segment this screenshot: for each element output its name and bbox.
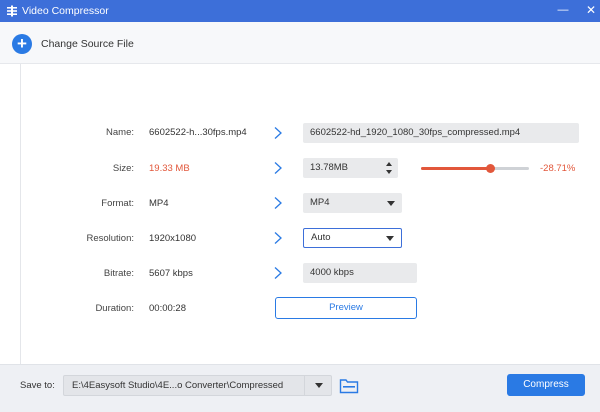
save-to-label: Save to: [20,380,55,391]
name-label: Name: [106,127,134,138]
settings-panel [20,64,590,364]
chevron-right-icon [273,231,283,245]
size-slider[interactable] [421,164,529,173]
output-size-value: 13.78MB [310,162,349,173]
video-compressor-window: Video Compressor — ✕ + Change Source Fil… [0,0,600,412]
preview-button[interactable]: Preview [275,297,417,319]
source-bar: + Change Source File [0,22,600,64]
compress-button[interactable]: Compress [507,374,585,396]
resolution-select[interactable]: Auto [303,228,402,248]
size-increase-icon[interactable] [386,162,392,166]
output-bitrate-field[interactable]: 4000 kbps [303,263,417,283]
chevron-right-icon [273,126,283,140]
original-duration: 00:00:28 [149,303,186,314]
save-path-value: E:\4Easysoft Studio\4E...o Converter\Com… [72,380,284,391]
chevron-down-icon [315,383,323,388]
close-button[interactable]: ✕ [582,2,600,18]
window-title: Video Compressor [22,5,109,17]
original-resolution: 1920x1080 [149,233,197,244]
change-source-file-button[interactable]: + Change Source File [12,34,134,54]
app-logo-icon [7,5,17,17]
size-slider-fill [421,167,491,170]
change-source-file-label: Change Source File [41,38,134,50]
original-bitrate: 5607 kbps [149,268,193,279]
chevron-right-icon [273,161,283,175]
output-name-field[interactable]: 6602522-hd_1920_1080_30fps_compressed.mp… [303,123,579,143]
bottom-bar: Save to: E:\4Easysoft Studio\4E...o Conv… [0,364,600,412]
format-selected-value: MP4 [310,197,330,208]
original-name: 6602522-h...30fps.mp4 [149,127,247,138]
folder-icon[interactable] [339,377,359,394]
format-select[interactable]: MP4 [303,193,402,213]
size-decrease-icon[interactable] [386,170,392,174]
bitrate-label: Bitrate: [103,268,134,279]
chevron-right-icon [273,266,283,280]
minimize-button[interactable]: — [554,2,572,18]
format-label: Format: [101,198,134,209]
duration-label: Duration: [95,303,134,314]
plus-icon: + [12,34,32,54]
save-path-select[interactable]: E:\4Easysoft Studio\4E...o Converter\Com… [63,375,332,396]
save-path-dropdown-button[interactable] [304,375,332,396]
size-percent-change: -28.71% [540,163,576,174]
chevron-right-icon [273,196,283,210]
title-bar: Video Compressor — ✕ [0,0,600,22]
resolution-selected-value: Auto [311,232,331,243]
resolution-label: Resolution: [86,233,134,244]
output-size-stepper[interactable]: 13.78MB [303,158,398,178]
chevron-down-icon [386,236,394,241]
original-size: 19.33 MB [149,163,190,174]
chevron-down-icon [387,201,395,206]
original-format: MP4 [149,198,169,209]
size-label: Size: [112,163,134,174]
